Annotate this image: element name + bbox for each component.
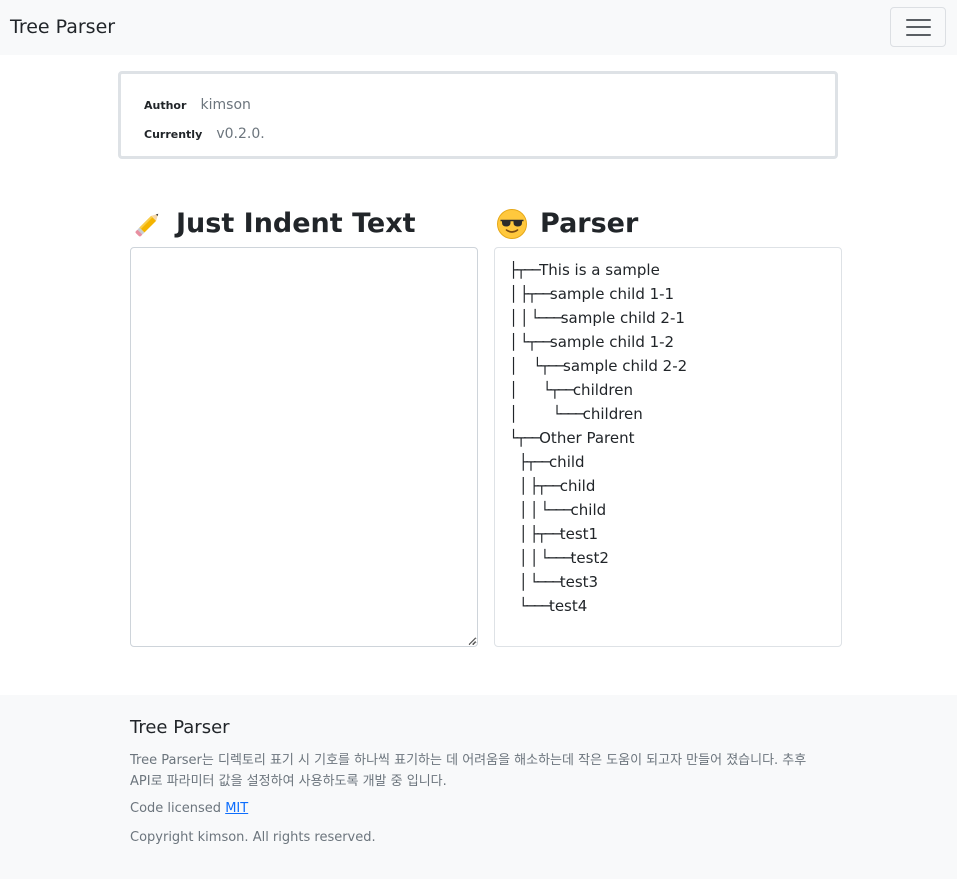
tree-branch: └┬── <box>509 429 541 447</box>
tree-node-label: test1 <box>559 525 599 543</box>
tree-node-label: children <box>572 381 633 399</box>
tree-branch: │ │ └─── <box>509 549 572 567</box>
author-value: kimson <box>200 97 251 113</box>
tree-branch: │ └┬── <box>509 357 565 375</box>
tree-branch: │ └┬── <box>509 333 551 351</box>
tree-line: ├┬──This is a sample <box>509 258 841 282</box>
parser-output: ├┬──This is a sample │ ├┬──sample child 1… <box>494 247 842 647</box>
version-value: v0.2.0. <box>216 126 265 142</box>
parser-panel-title: Parser <box>540 208 639 239</box>
tree-node-label: child <box>570 501 607 519</box>
pencil-icon <box>135 213 159 237</box>
tree-branch: │ │ └─── <box>509 501 572 519</box>
footer-license: Code licensed MIT <box>130 801 248 816</box>
tree-line: │ └┬──sample child 2-2 <box>509 354 841 378</box>
author-label: Author <box>144 99 187 112</box>
version-row: Currently v0.2.0. <box>144 123 265 142</box>
tree-line: │ └┬──children <box>509 378 841 402</box>
footer-copyright: Copyright kimson. All rights reserved. <box>130 830 376 845</box>
hamburger-menu-icon <box>906 34 931 36</box>
tree-branch: ├┬── <box>509 261 541 279</box>
mit-license-link[interactable]: MIT <box>225 801 248 816</box>
tree-line: │ │ └───child <box>509 498 841 522</box>
tree-line: │ └┬──sample child 1-2 <box>509 330 841 354</box>
tree-node-label: sample child 1-1 <box>549 285 675 303</box>
tree-node-label: sample child 2-2 <box>563 357 688 375</box>
indent-text-input[interactable] <box>130 247 478 647</box>
page-footer: Tree Parser Tree Parser는 디렉토리 표기 시 기호를 하… <box>0 695 957 879</box>
navbar-toggle-button[interactable] <box>890 7 946 47</box>
footer-title: Tree Parser <box>130 717 230 738</box>
tree-branch: │ │ └─── <box>509 309 562 327</box>
tree-line: └───test4 <box>509 594 841 618</box>
tree-node-label: test2 <box>570 549 609 567</box>
tree-line: │ └───test3 <box>509 570 841 594</box>
tree-node-label: test4 <box>548 597 588 615</box>
tree-branch: │ ├┬── <box>509 285 551 303</box>
tree-branch: └─── <box>509 597 551 615</box>
tree-node-label: This is a sample <box>539 261 660 279</box>
top-navbar: Tree Parser <box>0 0 957 55</box>
tree-line: │ ├┬──sample child 1-1 <box>509 282 841 306</box>
navbar-brand[interactable]: Tree Parser <box>10 16 115 38</box>
input-panel-title: Just Indent Text <box>176 208 416 239</box>
tree-node-label: child <box>548 453 585 471</box>
info-card: Author kimson Currently v0.2.0. <box>118 71 838 159</box>
sunglasses-face-icon <box>497 209 527 239</box>
version-label: Currently <box>144 128 203 141</box>
resize-grip-icon[interactable] <box>467 636 476 645</box>
tree-branch: │ ├┬── <box>509 525 561 543</box>
tree-line: └┬──Other Parent <box>509 426 841 450</box>
license-prefix: Code licensed <box>130 801 222 816</box>
hamburger-menu-icon <box>906 26 931 28</box>
tree-node-label: children <box>582 405 643 423</box>
tree-line: │ │ └───test2 <box>509 546 841 570</box>
tree-node-label: test3 <box>559 573 599 591</box>
tree-line: ├┬──child <box>509 450 841 474</box>
tree-node-label: sample child 2-1 <box>560 309 685 327</box>
tree-line: │ └───children <box>509 402 841 426</box>
tree-branch: │ └─── <box>509 405 584 423</box>
footer-description: Tree Parser는 디렉토리 표기 시 기호를 하나씩 표기하는 데 어려… <box>130 753 807 789</box>
tree-branch: │ └┬── <box>509 381 574 399</box>
tree-node-label: Other Parent <box>539 429 635 447</box>
tree-node-label: child <box>559 477 596 495</box>
tree-node-label: sample child 1-2 <box>549 333 675 351</box>
tree-branch: │ ├┬── <box>509 477 561 495</box>
tree-branch: ├┬── <box>509 453 551 471</box>
tree-line: │ │ └───sample child 2-1 <box>509 306 841 330</box>
tree-line: │ ├┬──test1 <box>509 522 841 546</box>
tree-line: │ ├┬──child <box>509 474 841 498</box>
tree-branch: │ └─── <box>509 573 561 591</box>
author-row: Author kimson <box>144 94 251 113</box>
hamburger-menu-icon <box>906 19 931 21</box>
